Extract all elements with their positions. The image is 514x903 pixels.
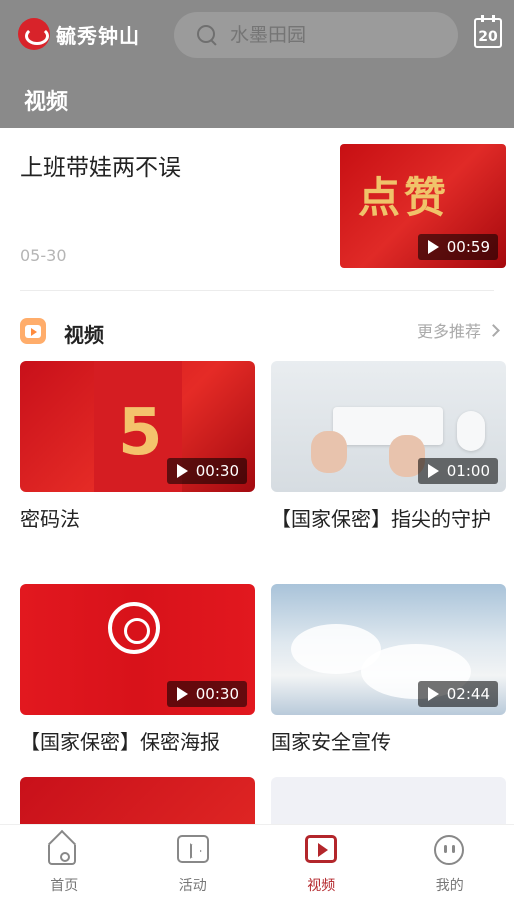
video-icon [305, 835, 338, 865]
video-section-icon [20, 318, 46, 344]
more-label: 更多推荐 [416, 322, 481, 341]
video-title: 密码法 [20, 507, 80, 531]
search-bar[interactable] [174, 12, 458, 58]
flower-emblem-graphic [108, 602, 160, 654]
video-thumbnail[interactable] [271, 777, 506, 824]
play-icon [427, 464, 439, 478]
top-header: 毓秀钟山 20 视频 [0, 0, 514, 128]
play-icon [176, 687, 188, 701]
nav-item-activity[interactable]: 活动 [129, 825, 258, 903]
home-icon [48, 835, 80, 865]
video-card[interactable]: 02:44 国家安全宣传 [271, 584, 506, 757]
more-recommendations-link[interactable]: 更多推荐 [416, 318, 500, 342]
logo-mark-icon [18, 18, 50, 50]
bottom-nav: 首页 活动 视频 我的 [0, 824, 514, 903]
nav-item-profile[interactable]: 我的 [386, 825, 514, 903]
video-card[interactable]: 01:00 【国家保密】指尖的守护 [271, 361, 506, 534]
app-name: 毓秀钟山 [56, 23, 140, 48]
play-icon [427, 687, 439, 701]
app-logo: 毓秀钟山 [18, 18, 140, 50]
hand-graphic [311, 431, 347, 473]
video-thumbnail[interactable]: 00:30 [20, 584, 255, 715]
keyboard-graphic [333, 407, 443, 445]
duration-badge: 01:00 [417, 458, 498, 484]
calendar-day: 20 [478, 29, 498, 45]
video-card[interactable]: 5 00:30 密码法 [20, 361, 255, 534]
nav-label: 活动 [178, 878, 207, 894]
number-five-graphic: 5 [118, 396, 163, 470]
duration-badge: 00:59 [417, 234, 498, 260]
video-title: 【国家保密】指尖的守护 [271, 507, 491, 531]
play-icon [427, 240, 439, 254]
page-title: 视频 [24, 90, 69, 115]
duration-badge: 00:30 [166, 458, 247, 484]
video-title: 国家安全宣传 [271, 730, 391, 754]
video-card[interactable]: 00:30 【国家保密】保密海报 [20, 584, 255, 757]
video-card[interactable] [20, 777, 255, 824]
video-thumbnail[interactable]: 02:44 [271, 584, 506, 715]
nav-label: 视频 [307, 878, 336, 894]
duration-text: 00:30 [195, 685, 239, 703]
nav-label: 我的 [435, 878, 464, 894]
profile-icon [433, 835, 466, 865]
divider [20, 290, 494, 291]
duration-text: 00:59 [446, 238, 490, 256]
thumbnail-caption: 点赞 [358, 173, 451, 222]
video-thumbnail[interactable] [20, 777, 255, 824]
nav-item-video[interactable]: 视频 [257, 825, 386, 903]
duration-text: 01:00 [446, 462, 490, 480]
video-thumbnail[interactable]: 5 00:30 [20, 361, 255, 492]
article-thumbnail[interactable]: 点赞 00:59 [340, 144, 506, 268]
duration-badge: 00:30 [166, 681, 247, 707]
search-input[interactable] [230, 24, 430, 46]
duration-text: 02:44 [446, 685, 490, 703]
video-thumbnail[interactable]: 01:00 [271, 361, 506, 492]
article-date: 05-30 [20, 246, 67, 265]
section-header: 视频 更多推荐 [0, 310, 514, 350]
top-article[interactable]: 上班带娃两不误 05-30 点赞 00:59 [0, 128, 514, 292]
mouse-graphic [457, 411, 485, 451]
calendar-icon[interactable]: 20 [474, 15, 502, 48]
nav-label: 首页 [50, 878, 79, 894]
search-icon [196, 24, 218, 46]
duration-text: 00:30 [195, 462, 239, 480]
section-title: 视频 [64, 323, 104, 347]
duration-badge: 02:44 [417, 681, 498, 707]
video-card[interactable] [271, 777, 506, 824]
nav-item-home[interactable]: 首页 [0, 825, 129, 903]
chevron-right-icon [487, 323, 500, 337]
activity-icon [176, 835, 209, 865]
video-title: 【国家保密】保密海报 [20, 730, 220, 754]
article-title: 上班带娃两不误 [20, 155, 181, 181]
play-icon [176, 464, 188, 478]
